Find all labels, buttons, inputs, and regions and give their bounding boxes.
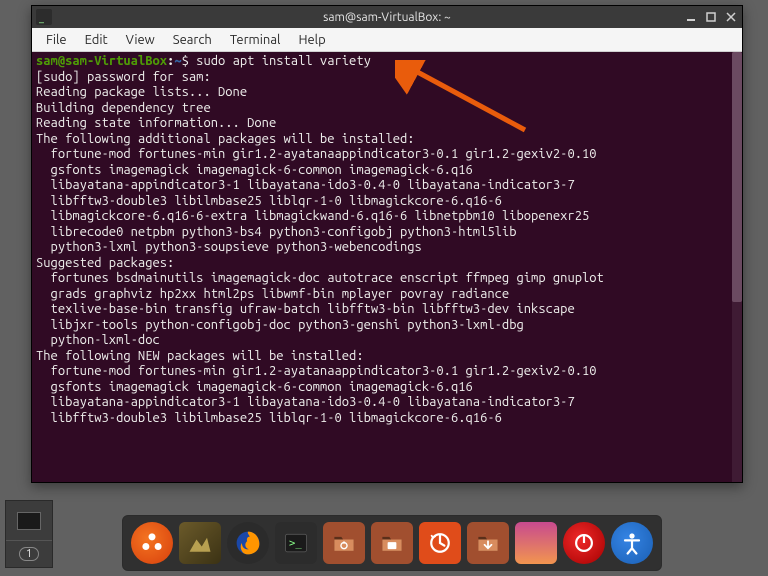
dock-item-image-viewer[interactable] (179, 522, 221, 564)
dock: >_ (122, 515, 662, 571)
dock-item-firefox[interactable] (227, 522, 269, 564)
dock-item-downloads[interactable] (467, 522, 509, 564)
window-controls (684, 10, 738, 24)
menu-view[interactable]: View (118, 30, 163, 50)
dock-item-show-apps[interactable] (131, 522, 173, 564)
window-thumbnail-icon (17, 512, 41, 530)
titlebar[interactable]: _ sam@sam-VirtualBox: ~ (32, 6, 742, 28)
svg-text:_: _ (38, 12, 44, 23)
prompt-userhost: sam@sam-VirtualBox (36, 54, 167, 68)
terminal-window: _ sam@sam-VirtualBox: ~ File Edit View S… (31, 5, 743, 483)
dock-item-backup[interactable] (419, 522, 461, 564)
menu-edit[interactable]: Edit (77, 30, 116, 50)
menu-search[interactable]: Search (165, 30, 220, 50)
dock-item-app[interactable] (515, 522, 557, 564)
workspace-indicator[interactable]: 1 (6, 541, 52, 567)
dock-item-files[interactable] (323, 522, 365, 564)
menubar: File Edit View Search Terminal Help (32, 28, 742, 52)
minimize-button[interactable] (684, 10, 698, 24)
workspace-number: 1 (19, 547, 39, 561)
close-button[interactable] (724, 10, 738, 24)
typed-command: sudo apt install variety (196, 54, 371, 68)
terminal-titlebar-icon: _ (36, 9, 52, 25)
menu-terminal[interactable]: Terminal (222, 30, 289, 50)
dock-item-documents[interactable] (371, 522, 413, 564)
dock-item-power[interactable] (563, 522, 605, 564)
dock-item-terminal[interactable]: >_ (275, 522, 317, 564)
prompt-symbol: $ (182, 54, 197, 68)
terminal-output: [sudo] password for sam: Reading package… (36, 70, 604, 425)
terminal-scrollbar[interactable] (732, 52, 742, 482)
prompt-path: ~ (174, 54, 181, 68)
menu-file[interactable]: File (38, 30, 75, 50)
terminal-body[interactable]: sam@sam-VirtualBox:~$ sudo apt install v… (32, 52, 742, 482)
maximize-button[interactable] (704, 10, 718, 24)
menu-help[interactable]: Help (290, 30, 333, 50)
scrollbar-thumb[interactable] (732, 52, 742, 302)
dock-item-accessibility[interactable] (611, 522, 653, 564)
window-title: sam@sam-VirtualBox: ~ (323, 11, 451, 24)
workspace-switcher[interactable]: 1 (5, 500, 53, 568)
workspace-thumbnail[interactable] (6, 501, 52, 541)
svg-text:>_: >_ (289, 538, 302, 550)
